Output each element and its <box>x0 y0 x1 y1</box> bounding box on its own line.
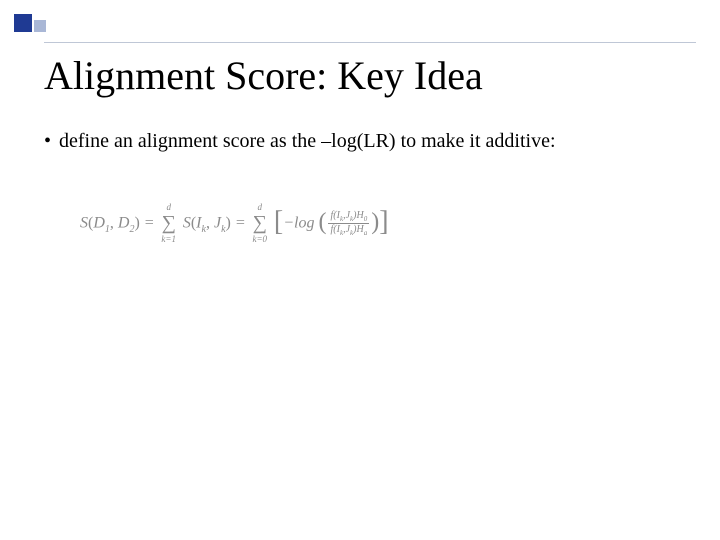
sum2: d ∑ k=0 <box>253 212 267 235</box>
bullet-text: define an alignment score as the –log(LR… <box>59 128 556 155</box>
lhs-arg2: D <box>118 215 130 232</box>
sum1-upper: d <box>166 202 171 212</box>
lhs-arg1: D <box>93 215 105 232</box>
bullet-item: • define an alignment score as the –log(… <box>44 128 660 155</box>
eq2: = <box>235 215 250 232</box>
formula: S(D1, D2) = d ∑ k=1 S(Ik, Jk) = d ∑ k=0 … <box>80 210 389 238</box>
sum1: d ∑ k=1 <box>162 212 176 235</box>
term1-func: S <box>183 215 191 232</box>
sum1-lower: k=1 <box>161 234 176 244</box>
slide-title: Alignment Score: Key Idea <box>44 54 483 98</box>
sum2-upper: d <box>258 202 263 212</box>
sum2-lower: k=0 <box>252 234 267 244</box>
header-rule <box>44 42 696 43</box>
bullet-mark: • <box>44 128 51 155</box>
corner-decoration <box>14 14 46 32</box>
log: log <box>294 215 314 232</box>
decor-square-large <box>14 14 32 32</box>
likelihood-ratio-fraction: f(Ik,Jk)H0 f(Ik,Jk)Ha <box>328 210 369 238</box>
decor-square-small <box>34 20 46 32</box>
lhs-func: S <box>80 215 88 232</box>
term1-arg2: J <box>214 215 221 232</box>
minus: − <box>283 215 294 232</box>
eq1: = <box>144 215 159 232</box>
